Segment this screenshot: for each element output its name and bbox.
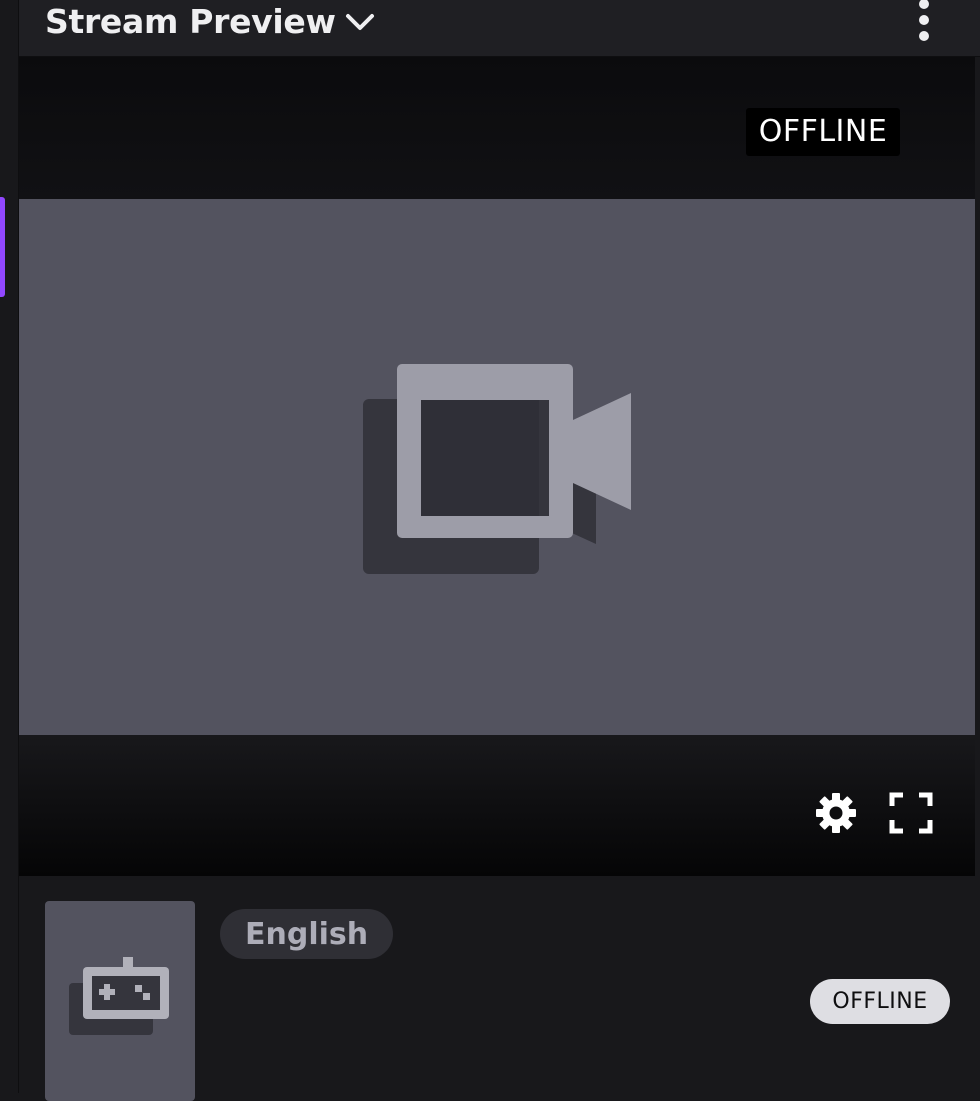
language-tag-english[interactable]: English (220, 909, 394, 959)
player-top-bar: OFFLINE (19, 57, 975, 199)
left-rail (0, 0, 19, 1093)
panel-header: Stream Preview (19, 0, 980, 57)
gear-icon[interactable] (814, 791, 858, 835)
stream-preview-panel: Stream Preview OFFLINE English OFFLINE (19, 0, 980, 1101)
active-indicator (0, 197, 5, 297)
category-box-art[interactable] (45, 901, 195, 1101)
gamepad-icon (69, 957, 169, 1035)
offline-overlay-tag: OFFLINE (746, 108, 900, 156)
video-placeholder (19, 199, 975, 735)
status-badge: OFFLINE (810, 979, 950, 1024)
stream-info-section: English OFFLINE (19, 876, 980, 1101)
chevron-down-icon[interactable] (344, 8, 376, 36)
video-camera-icon (363, 364, 631, 574)
panel-title: Stream Preview (45, 2, 336, 41)
more-vertical-icon[interactable] (909, 0, 939, 44)
video-player[interactable]: OFFLINE (19, 57, 975, 876)
fullscreen-icon[interactable] (889, 792, 933, 834)
